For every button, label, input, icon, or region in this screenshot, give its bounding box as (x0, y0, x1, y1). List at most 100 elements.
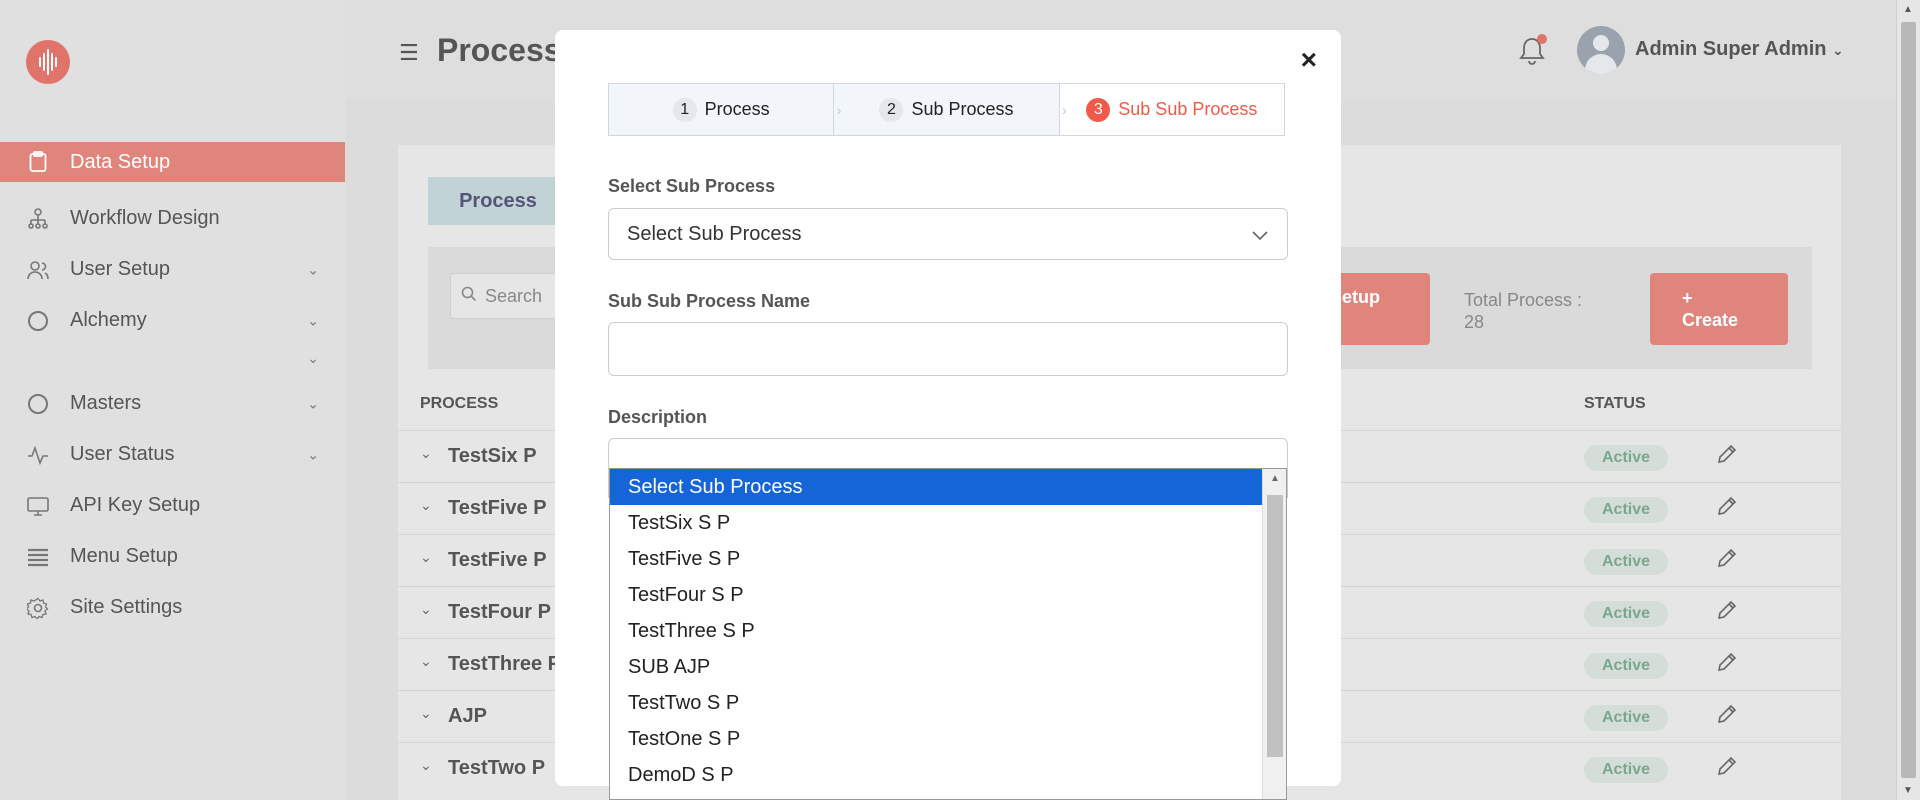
edit-pencil-icon[interactable] (1716, 651, 1738, 678)
dropdown-option[interactable]: SUB AJP (610, 649, 1262, 685)
dropdown-scrollbar-thumb[interactable] (1267, 495, 1283, 757)
description-label: Description (608, 407, 708, 427)
column-header-status: STATUS (1584, 395, 1646, 412)
dropdown-option[interactable]: TestTwo S P (610, 685, 1262, 721)
sidebar-item-workflow-design[interactable]: Workflow Design (0, 193, 345, 244)
sidebar-item-alchemy[interactable]: Alchemy ⌄ (0, 295, 345, 346)
sidebar-item-menu-setup[interactable]: Menu Setup (0, 531, 345, 582)
search-placeholder: Search (485, 285, 543, 306)
user-name: Admin Super Admin (1635, 38, 1827, 60)
dropdown-option[interactable]: TestSix S P (610, 505, 1262, 541)
step-label: Process (704, 99, 770, 119)
status-badge: Active (1584, 653, 1668, 679)
circle-icon (26, 309, 50, 333)
expand-chevron-icon[interactable]: ⌄ (420, 549, 432, 566)
menu-toggle-icon[interactable]: ☰ (399, 40, 419, 66)
edit-pencil-icon[interactable] (1716, 547, 1738, 574)
sidebar-item-masters[interactable]: Masters ⌄ (0, 378, 345, 429)
chevron-down-icon (1251, 225, 1269, 248)
expand-chevron-icon[interactable]: ⌄ (420, 601, 432, 618)
step-number: 3 (1086, 97, 1111, 122)
create-button[interactable]: + Create (1650, 273, 1788, 345)
scroll-up-arrow-icon[interactable]: ▲ (1270, 473, 1280, 484)
total-value: 28 (1464, 312, 1485, 332)
select-value: Select Sub Process (627, 222, 802, 245)
total-label: Total Process : (1464, 290, 1583, 310)
step-label: Sub Sub Process (1118, 99, 1258, 119)
sidebar-item-user-status[interactable]: User Status ⌄ (0, 429, 345, 480)
sidebar: Data Setup Workflow Design User Setup ⌄ … (0, 0, 345, 800)
scrollbar-thumb[interactable] (1901, 22, 1916, 778)
sidebar-item-user-setup[interactable]: User Setup ⌄ (0, 244, 345, 295)
status-badge: Active (1584, 757, 1668, 783)
dropdown-option[interactable]: TestOne S P (610, 721, 1262, 757)
sidebar-item-api-key-setup[interactable]: API Key Setup (0, 480, 345, 531)
status-badge: Active (1584, 445, 1668, 471)
status-badge: Active (1584, 497, 1668, 523)
hierarchy-icon (26, 207, 50, 231)
circle-icon (26, 392, 50, 416)
process-name: TestFive P (448, 497, 547, 519)
expand-chevron-icon[interactable]: ⌄ (420, 705, 432, 722)
sidebar-item-label: User Setup (70, 258, 171, 280)
user-menu[interactable]: Admin Super Admin ⌄ (1635, 38, 1844, 61)
create-button-label: Create (1682, 310, 1739, 330)
process-name: TestFour P (448, 601, 551, 623)
app-logo[interactable] (26, 40, 70, 84)
edit-pencil-icon[interactable] (1716, 599, 1738, 626)
chevron-right-icon: › (836, 101, 842, 118)
expand-chevron-icon[interactable]: ⌄ (420, 445, 432, 462)
close-icon[interactable]: × (1301, 44, 1317, 76)
dropdown-option[interactable]: DemoD S P (610, 757, 1262, 793)
status-badge: Active (1584, 601, 1668, 627)
expand-chevron-icon[interactable]: ⌄ (420, 757, 432, 774)
sidebar-item-label: Masters (70, 392, 142, 414)
sub-process-dropdown-list: Select Sub Process TestSix S P TestFive … (609, 468, 1287, 800)
clipboard-icon (26, 150, 50, 174)
sub-process-select[interactable]: Select Sub Process (608, 208, 1288, 260)
step-number: 1 (672, 97, 697, 122)
page-scrollbar[interactable]: ▲ ▼ (1896, 0, 1920, 800)
dropdown-scrollbar[interactable]: ▲ (1262, 469, 1286, 799)
total-process: Total Process : 28 (1464, 289, 1582, 333)
activity-icon (26, 443, 50, 467)
step-sub-sub-process[interactable]: 3 Sub Sub Process (1059, 84, 1284, 135)
expand-chevron-icon[interactable]: ⌄ (420, 653, 432, 670)
sidebar-item-label: Menu Setup (70, 545, 178, 567)
monitor-icon (26, 494, 50, 518)
chevron-down-icon: ⌄ (307, 312, 319, 328)
chevron-down-icon: ⌄ (1832, 42, 1844, 58)
step-sub-process[interactable]: 2 Sub Process › (834, 84, 1067, 135)
dropdown-option[interactable]: TestFour S P (610, 577, 1262, 613)
step-label: Sub Process (911, 99, 1014, 119)
step-number: 2 (879, 97, 904, 122)
sidebar-item-data-setup[interactable]: Data Setup (0, 142, 345, 182)
notification-bell-icon[interactable] (1519, 34, 1547, 71)
step-process[interactable]: 1 Process › (609, 84, 841, 135)
sidebar-item-label: API Key Setup (70, 494, 201, 516)
edit-pencil-icon[interactable] (1716, 703, 1738, 730)
scroll-down-arrow-icon[interactable]: ▼ (1903, 785, 1913, 796)
select-sub-process-label: Select Sub Process (608, 176, 776, 196)
process-name: TestTwo P (448, 757, 546, 779)
sidebar-item-site-settings[interactable]: Site Settings (0, 582, 345, 633)
dropdown-option[interactable]: TestFive S P (610, 541, 1262, 577)
sidebar-item-unnamed[interactable]: ⌄ (0, 346, 345, 378)
scroll-up-arrow-icon[interactable]: ▲ (1903, 4, 1913, 15)
edit-pencil-icon[interactable] (1716, 495, 1738, 522)
dropdown-option[interactable]: Select Sub Process (610, 469, 1262, 505)
chevron-down-icon: ⌄ (307, 446, 319, 462)
sub-sub-process-name-input[interactable] (608, 322, 1288, 376)
stepper: 1 Process › 2 Sub Process › 3 Sub Sub Pr… (608, 83, 1285, 136)
page-title: Process (437, 32, 562, 68)
process-name: AJP (448, 705, 487, 727)
sidebar-item-label: Site Settings (70, 596, 183, 618)
plus-icon: + (1682, 288, 1693, 308)
dropdown-option[interactable]: TestThree S P (610, 613, 1262, 649)
edit-pencil-icon[interactable] (1716, 443, 1738, 470)
edit-pencil-icon[interactable] (1716, 755, 1738, 782)
expand-chevron-icon[interactable]: ⌄ (420, 497, 432, 514)
tab-process[interactable]: Process (428, 177, 568, 225)
sidebar-item-label: Alchemy (70, 309, 147, 331)
avatar[interactable] (1577, 26, 1625, 74)
